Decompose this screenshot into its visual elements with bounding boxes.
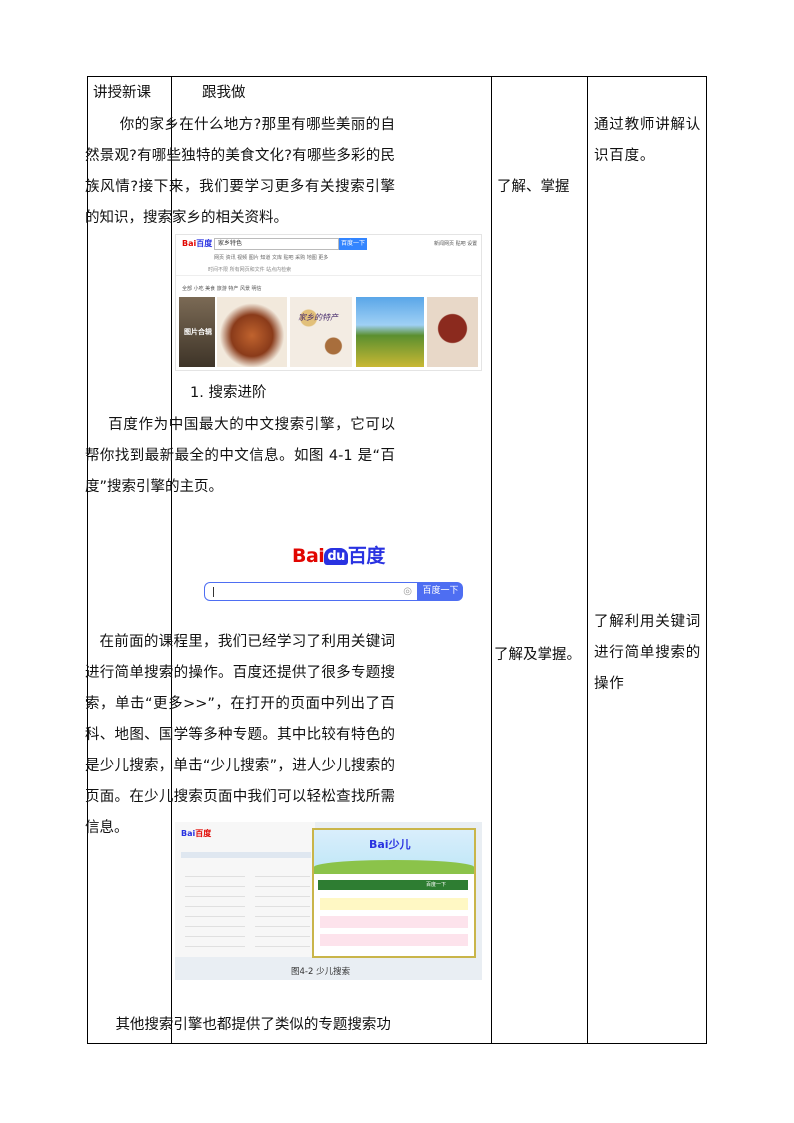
topic-list: [185, 867, 245, 947]
more-topics-page: Bai百度: [175, 822, 315, 957]
camera-icon: ◎: [403, 586, 412, 597]
sub-tabs: 全部 小吃 美食 旅游 特产 风景 明信: [182, 286, 262, 292]
section-title: 1. 搜索进阶: [190, 385, 267, 401]
figure-caption: 图4-2 少儿搜索: [291, 967, 351, 977]
search-input: ◎: [204, 582, 418, 601]
goal-row2: 了解利用关键词进行简单搜索的操作: [594, 614, 702, 692]
category-tabs: 网页 资讯 视频 图片 知道 文库 贴吧 采购 地图 更多: [214, 255, 329, 261]
divider: [176, 275, 481, 276]
search-bar: [181, 852, 311, 858]
topic-search-paragraph: 在前面的课程里，我们已经学习了利用关键词进行简单搜索的操作。百度还提供了很多专题…: [85, 634, 395, 836]
stage-label: 讲授新课: [93, 85, 151, 101]
search-input: 家乡特色: [214, 238, 339, 250]
search-button: 百度一下: [426, 882, 447, 888]
section-heading: 跟我做: [202, 85, 246, 101]
activity-row1: 了解、掌握: [497, 179, 570, 195]
baidu-logo: Bai百度: [182, 239, 213, 248]
baidu-logo: Bai du 百度: [292, 545, 385, 567]
grass-banner: [314, 860, 474, 874]
culture-image-tile: [427, 297, 478, 367]
topic-list: [255, 867, 310, 947]
specialty-image-tile: 家乡的特产: [290, 297, 352, 367]
kids-page: Bai少儿 百度一下: [312, 828, 476, 958]
image-tile: 图片合辑: [179, 297, 215, 367]
search-results-screenshot: Bai百度 家乡特色 百度一下 新闻网页 贴吧 设置 网页 资讯 视频 图片 知…: [175, 234, 482, 371]
goal-row1: 通过教师讲解认识百度。: [594, 117, 702, 164]
landscape-image-tile: [356, 297, 424, 367]
filter-tabs: 时间不限 所有网页和文件 站点内检索: [208, 267, 292, 273]
column-divider: [587, 77, 588, 1043]
kids-search-screenshot: Bai百度 Bai少儿 百度一下 图4-2 少儿搜索: [175, 822, 482, 980]
intro-paragraph: 你的家乡在什么地方?那里有哪些美丽的自然景观?有哪些独特的美食文化?有哪些多彩的…: [85, 117, 395, 226]
baidu-logo: Bai百度: [181, 829, 212, 838]
category-row: [320, 934, 468, 946]
other-engines-paragraph: 其他搜索引擎也都提供了类似的专题搜索功: [115, 1017, 391, 1033]
top-links: 新闻网页 贴吧 设置: [434, 241, 478, 247]
category-row: [320, 898, 468, 910]
activity-row2: 了解及掌握。: [494, 647, 581, 663]
baidu-intro-paragraph: 百度作为中国最大的中文搜索引擎，它可以帮你找到最新最全的中文信息。如图 4-1 …: [85, 417, 395, 495]
kids-logo: Bai少儿: [369, 838, 411, 851]
category-row: [320, 916, 468, 928]
search-button: 百度一下: [418, 582, 463, 601]
food-image-tile: [217, 297, 287, 367]
column-divider: [491, 77, 492, 1043]
baidu-homepage-screenshot: Bai du 百度 ◎ 百度一下: [200, 533, 465, 605]
search-button: 百度一下: [339, 238, 367, 250]
text-cursor: [213, 587, 214, 597]
